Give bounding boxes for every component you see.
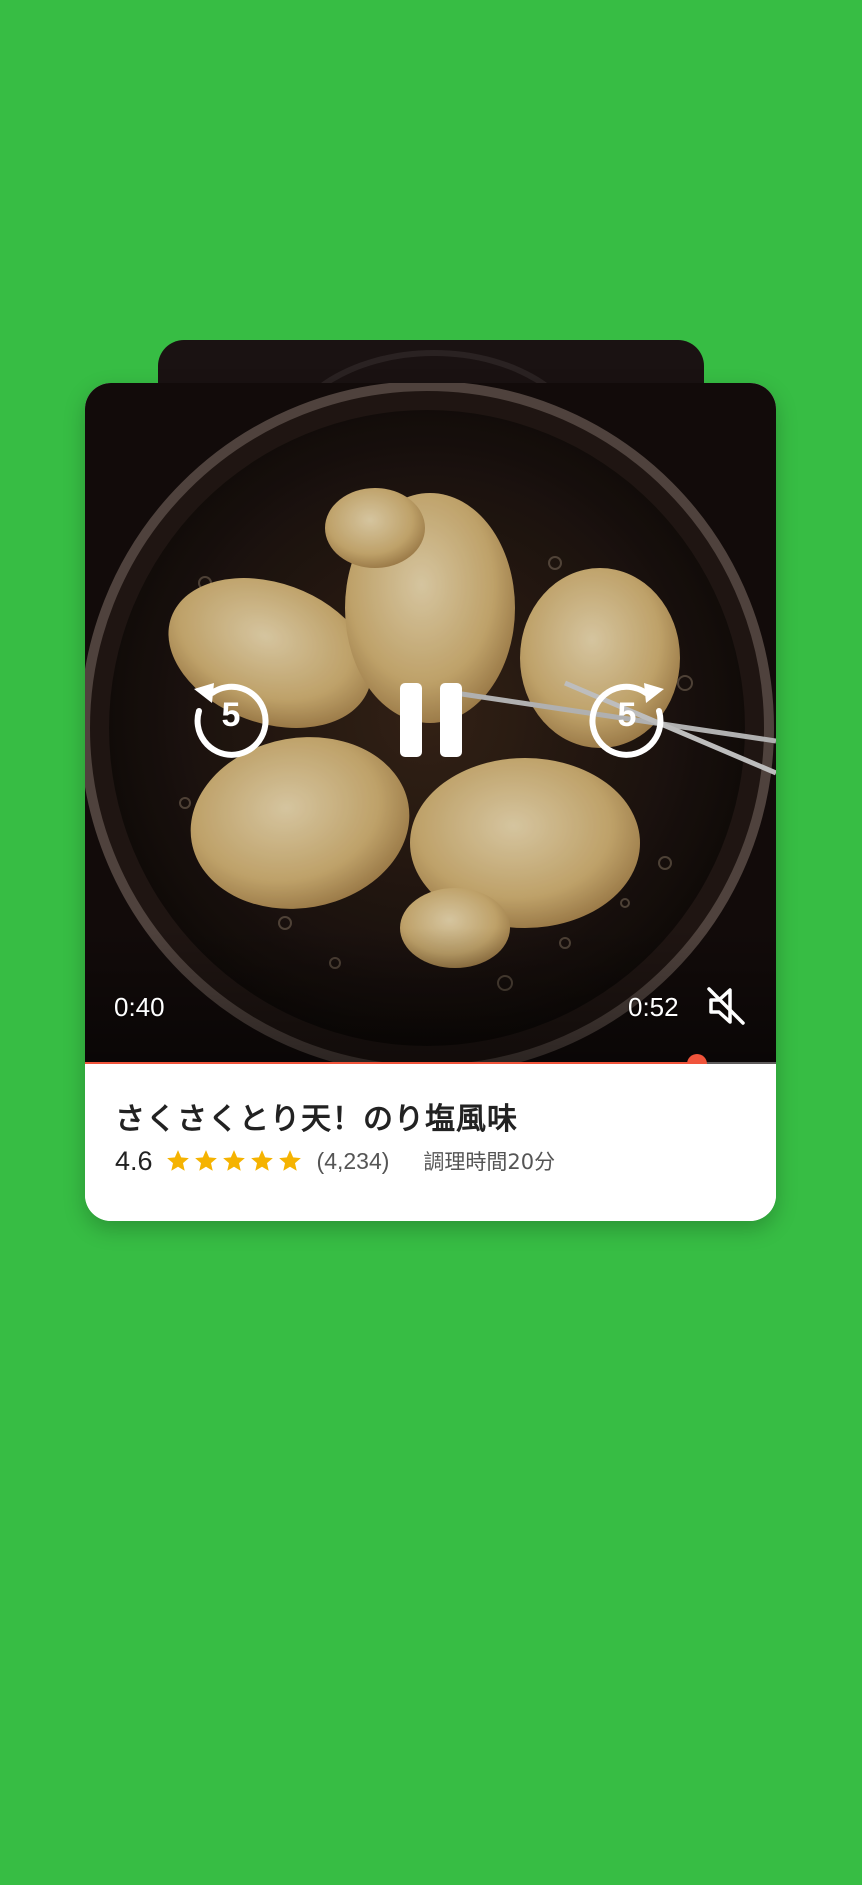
recipe-video-card[interactable]: 5 5 0:40 0:52 さくさくとり天！のり塩風味 4.6 (4,234) … <box>85 383 776 1221</box>
skip-back-5-button[interactable]: 5 <box>190 679 272 761</box>
pause-icon <box>400 683 462 757</box>
pause-button[interactable] <box>392 679 470 761</box>
progress-fill <box>85 1062 697 1064</box>
recipe-meta-row: 4.6 (4,234) 調理時間20分 <box>115 1143 555 1179</box>
volume-off-icon <box>707 987 745 1025</box>
recipe-info[interactable]: さくさくとり天！のり塩風味 4.6 (4,234) 調理時間20分 <box>85 1066 776 1221</box>
star-icon <box>278 1150 301 1171</box>
review-count[interactable]: (4,234) <box>317 1148 390 1175</box>
current-time: 0:40 <box>114 992 165 1022</box>
progress-scrubber-handle[interactable] <box>686 1054 707 1064</box>
cook-time: 調理時間20分 <box>423 1150 556 1174</box>
rating-stars <box>165 1148 305 1174</box>
skip-back-seconds-label: 5 <box>221 696 241 734</box>
skip-forward-5-button[interactable]: 5 <box>586 679 668 761</box>
mute-toggle-button[interactable] <box>703 983 749 1029</box>
recipe-title[interactable]: さくさくとり天！のり塩風味 <box>115 1094 518 1138</box>
video-progress-bar[interactable] <box>85 1054 776 1064</box>
rating-value: 4.6 <box>115 1145 153 1176</box>
total-time: 0:52 <box>628 992 679 1022</box>
skip-forward-seconds-label: 5 <box>617 696 637 734</box>
star-icon <box>194 1150 217 1171</box>
star-icon <box>250 1150 273 1171</box>
video-player[interactable]: 5 5 0:40 0:52 <box>85 383 776 1064</box>
star-icon <box>166 1150 189 1171</box>
star-icon <box>222 1150 245 1171</box>
